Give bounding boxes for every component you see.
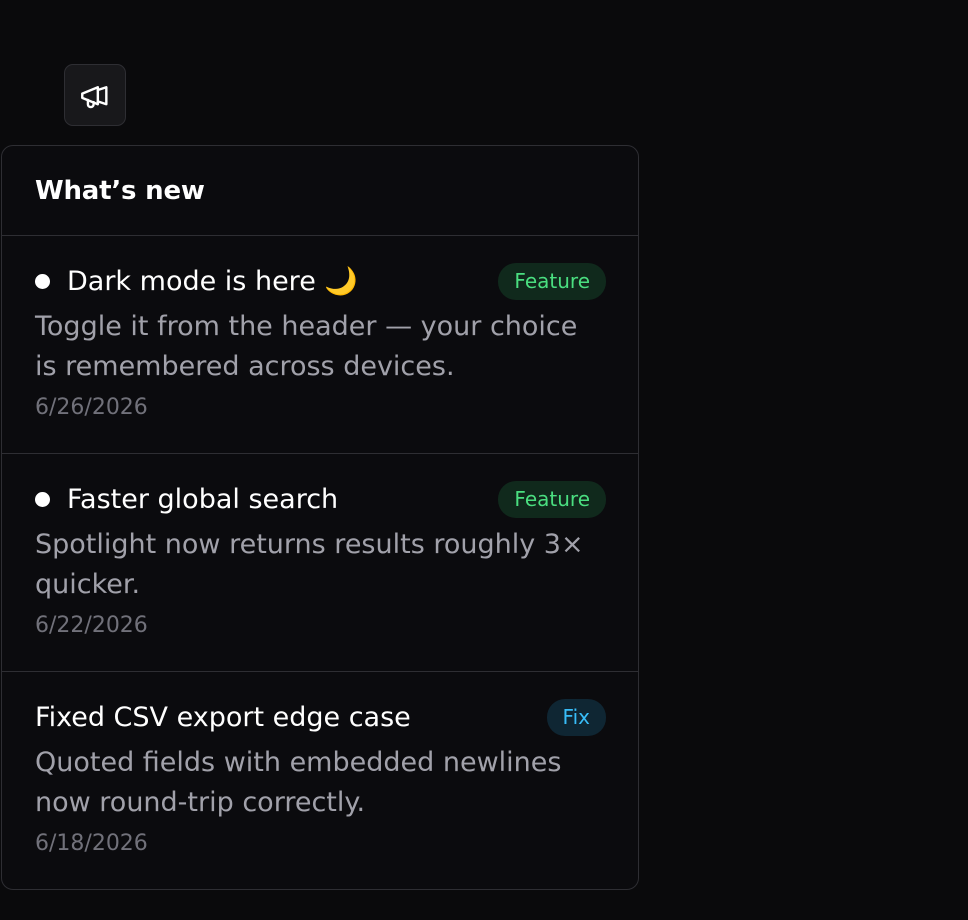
update-item[interactable]: Dark mode is here 🌙 Feature Toggle it fr…	[2, 236, 638, 454]
unread-indicator	[35, 273, 50, 289]
update-title-group: Fixed CSV export edge case	[35, 702, 411, 733]
update-title: Dark mode is here 🌙	[67, 266, 359, 297]
update-title: Faster global search	[67, 483, 339, 515]
update-title-group: Dark mode is here 🌙	[35, 265, 358, 297]
announcements-button[interactable]	[64, 64, 126, 126]
whats-new-panel: What’s new Dark mode is here 🌙 Feature T…	[1, 145, 639, 890]
page: What’s new Dark mode is here 🌙 Feature T…	[0, 0, 968, 920]
update-date: 6/18/2026	[35, 831, 148, 856]
update-item-header: Dark mode is here 🌙 Feature	[35, 262, 606, 300]
update-description: Spotlight now returns results roughly 3×…	[35, 529, 584, 600]
feature-badge: Feature	[498, 480, 606, 518]
fix-badge: Fix	[546, 698, 606, 736]
update-description: Toggle it from the header — your choice …	[35, 311, 578, 382]
update-title-group: Faster global search	[35, 484, 338, 515]
panel-title: What’s new	[35, 175, 205, 206]
feature-badge: Feature	[498, 262, 606, 300]
update-description: Quoted fields with embedded newlines now…	[35, 747, 562, 818]
unread-indicator	[35, 491, 50, 507]
update-date: 6/22/2026	[35, 613, 148, 638]
update-item[interactable]: Faster global search Feature Spotlight n…	[2, 454, 638, 672]
panel-header: What’s new	[2, 146, 638, 236]
update-date: 6/26/2026	[35, 395, 148, 420]
megaphone-icon	[78, 78, 112, 112]
update-item-header: Fixed CSV export edge case Fix	[35, 698, 606, 736]
update-item-header: Faster global search Feature	[35, 480, 606, 518]
update-item[interactable]: Fixed CSV export edge case Fix Quoted fi…	[2, 672, 638, 889]
update-title: Fixed CSV export edge case	[35, 701, 411, 733]
